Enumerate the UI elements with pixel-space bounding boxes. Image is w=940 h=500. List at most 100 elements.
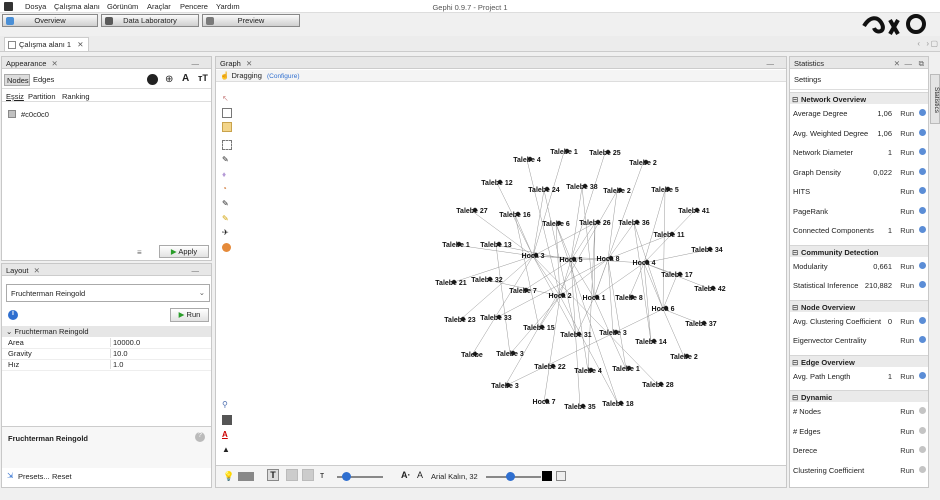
info-icon[interactable]: [919, 316, 926, 324]
help-icon[interactable]: ?: [195, 432, 205, 442]
info-icon[interactable]: [919, 226, 926, 233]
collapse-icon[interactable]: ⊟: [792, 303, 798, 312]
property-value[interactable]: 10000.0: [110, 338, 210, 347]
info-icon[interactable]: [919, 109, 926, 116]
run-stat-button[interactable]: Run: [900, 226, 914, 235]
close-icon[interactable]: ✕: [894, 59, 900, 68]
presets-button[interactable]: Presets...: [18, 472, 50, 481]
info-icon[interactable]: [919, 281, 926, 288]
run-stat-button[interactable]: Run: [900, 427, 914, 436]
scroll-left-icon[interactable]: ‹: [917, 39, 920, 48]
screenshot-icon[interactable]: [238, 472, 254, 481]
info-icon[interactable]: [919, 446, 926, 453]
info-icon[interactable]: [919, 206, 926, 214]
run-stat-button[interactable]: Run: [900, 372, 914, 381]
minimize-icon[interactable]: —: [192, 266, 200, 275]
restore-icon[interactable]: ⧉: [919, 59, 924, 69]
stats-section-header[interactable]: ⊟ Edge Overview: [790, 354, 928, 367]
property-row[interactable]: Area 10000.0: [2, 338, 211, 349]
info-icon[interactable]: [919, 167, 926, 175]
info-icon[interactable]: [919, 187, 926, 194]
info-icon[interactable]: [919, 128, 926, 136]
run-stat-button[interactable]: Run: [900, 446, 914, 455]
slider-thumb[interactable]: [342, 472, 351, 481]
tab-list-icon[interactable]: ▢: [930, 39, 938, 48]
label-color-icon[interactable]: A: [182, 73, 189, 84]
collapse-icon[interactable]: ⊟: [792, 95, 798, 104]
slider-thumb[interactable]: [506, 472, 515, 481]
label-settings-icon[interactable]: [556, 471, 566, 481]
size-brush-icon[interactable]: ♦: [222, 170, 232, 180]
font-label[interactable]: Arial Kalın, 32: [431, 472, 478, 481]
edge-pencil-icon[interactable]: ✎: [222, 214, 232, 224]
collapse-icon[interactable]: ⌄: [6, 327, 12, 336]
drag-tool-icon[interactable]: [222, 122, 232, 132]
preview-button[interactable]: Preview: [202, 14, 300, 27]
edge-color-icon[interactable]: [302, 469, 314, 481]
overview-button[interactable]: Overview: [2, 14, 98, 27]
data-laboratory-button[interactable]: Data Laboratory: [101, 14, 199, 27]
close-icon[interactable]: ✕: [34, 266, 40, 275]
shortest-path-icon[interactable]: ◔: [222, 184, 232, 194]
close-icon[interactable]: ✕: [77, 40, 83, 49]
run-stat-button[interactable]: Run: [900, 109, 914, 118]
info-icon[interactable]: [919, 465, 926, 473]
heat-map-icon[interactable]: [222, 243, 231, 252]
run-stat-button[interactable]: Run: [900, 407, 914, 416]
info-icon[interactable]: [919, 148, 926, 155]
label-size-icon[interactable]: ᴛT: [198, 73, 208, 83]
font-icon[interactable]: A: [417, 470, 423, 480]
run-stat-button[interactable]: Run: [900, 336, 914, 345]
stats-section-header[interactable]: ⊟ Network Overview: [790, 92, 928, 104]
property-row[interactable]: Hız 1.0: [2, 360, 211, 371]
workspace-tab[interactable]: Çalışma alanı 1 ✕: [4, 37, 89, 51]
info-icon[interactable]: [919, 371, 926, 379]
list-icon[interactable]: ≡: [137, 248, 142, 257]
collapse-icon[interactable]: ⊟: [792, 248, 798, 257]
stats-section-header[interactable]: ⊟ Node Overview: [790, 299, 928, 312]
run-stat-button[interactable]: Run: [900, 148, 914, 157]
stats-section-header[interactable]: ⊟ Community Detection: [790, 244, 928, 257]
text-icon[interactable]: T: [267, 469, 279, 481]
run-stat-button[interactable]: Run: [900, 281, 914, 290]
reset-button[interactable]: Reset: [52, 472, 72, 481]
tab-nodes[interactable]: Nodes: [4, 74, 30, 86]
info-icon[interactable]: i: [8, 310, 18, 320]
layout-algorithm-select[interactable]: Fruchterman Reingold ⌄: [6, 284, 210, 302]
run-stat-button[interactable]: Run: [900, 187, 914, 196]
run-stat-button[interactable]: Run: [900, 262, 914, 271]
plane-icon[interactable]: ✈: [222, 228, 232, 238]
label-color-icon[interactable]: A: [222, 430, 232, 440]
subtab-ranking[interactable]: Ranking: [62, 92, 90, 101]
rectangle-select-icon[interactable]: [222, 108, 232, 118]
zoom-icon[interactable]: ⚲: [222, 400, 232, 410]
close-icon[interactable]: ✕: [52, 59, 58, 68]
minimize-icon[interactable]: —: [192, 59, 200, 68]
settings-button[interactable]: Settings: [790, 71, 928, 90]
subtab-essiz[interactable]: Eşsiz: [6, 92, 24, 101]
expand-icon[interactable]: ▲: [222, 445, 232, 455]
edge-icon[interactable]: [286, 469, 298, 481]
apply-button[interactable]: ▶ Apply: [159, 245, 209, 258]
run-stat-button[interactable]: Run: [900, 317, 914, 326]
tab-edges[interactable]: Edges: [33, 75, 54, 84]
property-value[interactable]: 1.0: [110, 360, 210, 369]
statistics-side-tab[interactable]: Statistics: [930, 74, 940, 124]
background-color-icon[interactable]: [222, 415, 232, 425]
scroll-right-icon[interactable]: ›: [926, 39, 929, 48]
run-stat-button[interactable]: Run: [900, 207, 914, 216]
info-icon[interactable]: [919, 336, 926, 343]
run-stat-button[interactable]: Run: [900, 168, 914, 177]
property-row[interactable]: Gravity 10.0: [2, 349, 211, 360]
font-size-icon[interactable]: ᴛ: [320, 470, 324, 480]
graph-canvas[interactable]: Talebe 1 Talebe 25 Talebe 4 Talebe 2 Talebe …: [216, 57, 786, 487]
property-value[interactable]: 10.0: [110, 349, 210, 358]
minimize-icon[interactable]: —: [905, 59, 913, 68]
color-swatch[interactable]: [8, 110, 16, 118]
collapse-icon[interactable]: ⊟: [792, 358, 798, 367]
label-color-swatch[interactable]: [542, 471, 552, 481]
size-icon[interactable]: ⊕: [165, 74, 173, 85]
info-icon[interactable]: [919, 426, 926, 434]
stats-section-header[interactable]: ⊟ Dynamic: [790, 390, 928, 402]
lasso-icon[interactable]: [222, 140, 232, 150]
